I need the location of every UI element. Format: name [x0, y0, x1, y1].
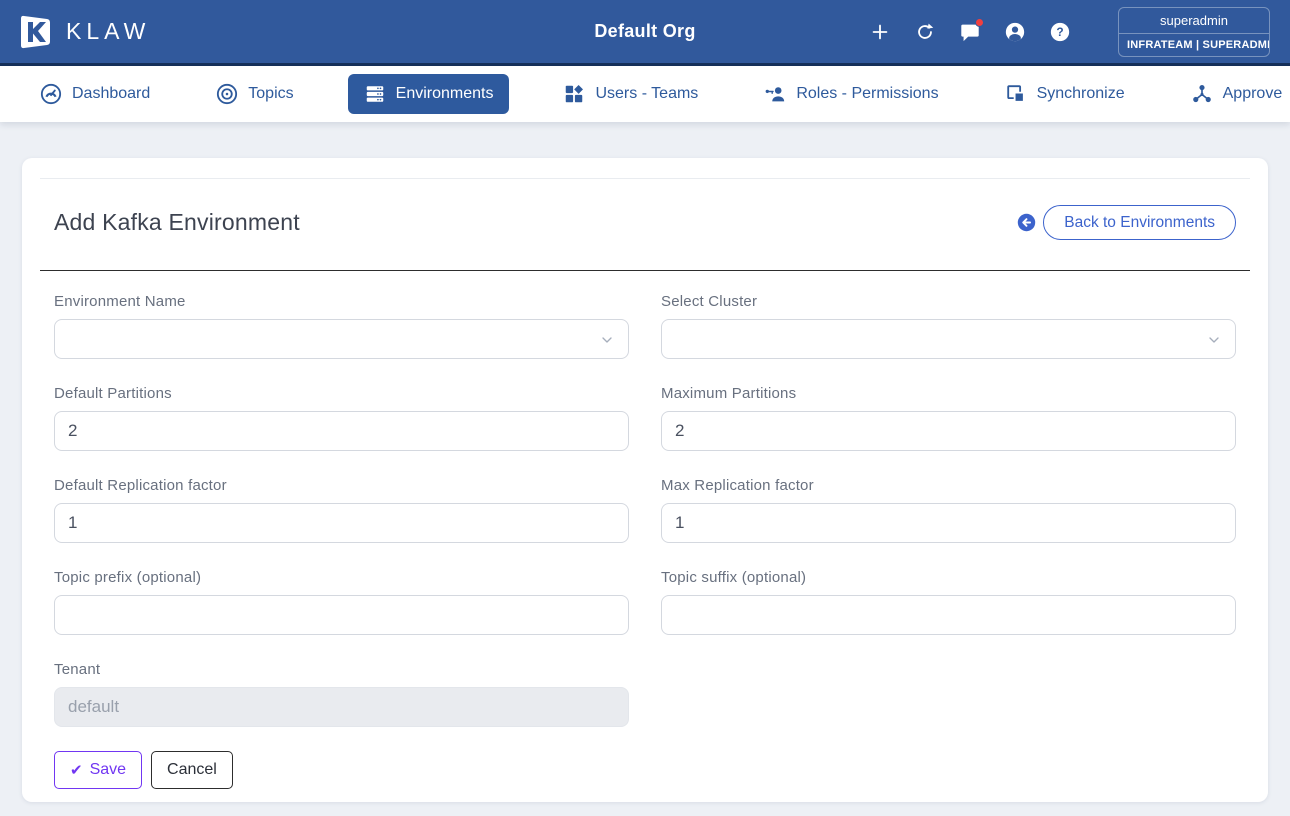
- topic-suffix-input[interactable]: [661, 595, 1236, 635]
- max-replication-input[interactable]: [661, 503, 1236, 543]
- field-max-replication: Max Replication factor: [661, 477, 1236, 543]
- refresh-icon[interactable]: [914, 21, 936, 43]
- chevron-down-icon: [1206, 332, 1222, 353]
- tab-synchronize[interactable]: Synchronize: [993, 74, 1137, 114]
- top-navbar: KLAW Default Org ? superadmin INFRATEAM …: [0, 0, 1290, 66]
- field-default-partitions: Default Partitions: [54, 385, 629, 451]
- default-replication-label: Default Replication factor: [54, 477, 227, 494]
- max-replication-label: Max Replication factor: [661, 477, 814, 494]
- roles-permissions-icon: [764, 83, 786, 105]
- tab-label: Topics: [248, 85, 294, 102]
- default-partitions-label: Default Partitions: [54, 385, 172, 402]
- save-button[interactable]: ✔ Save: [54, 751, 143, 789]
- account-icon[interactable]: [1004, 21, 1026, 43]
- synchronize-icon: [1005, 83, 1027, 105]
- tab-label: Environments: [395, 85, 494, 102]
- field-select-cluster: Select Cluster: [661, 293, 1236, 359]
- back-to-environments-button[interactable]: Back to Environments: [1043, 205, 1236, 240]
- select-cluster-label: Select Cluster: [661, 293, 758, 310]
- field-environment-name: Environment Name: [54, 293, 629, 359]
- arrow-circle-left-icon[interactable]: [1017, 213, 1036, 232]
- tab-dashboard[interactable]: Dashboard: [28, 74, 162, 114]
- field-topic-prefix: Topic prefix (optional): [54, 569, 629, 635]
- topic-suffix-label: Topic suffix (optional): [661, 569, 807, 586]
- topic-prefix-input[interactable]: [54, 595, 629, 635]
- cancel-button[interactable]: Cancel: [151, 751, 233, 789]
- svg-text:?: ?: [1056, 25, 1063, 39]
- tab-roles-permissions[interactable]: Roles - Permissions: [752, 74, 950, 114]
- tab-users-teams[interactable]: Users - Teams: [551, 74, 710, 114]
- environments-server-icon: [364, 83, 386, 105]
- field-tenant: Tenant: [54, 661, 629, 727]
- tenant-label: Tenant: [54, 661, 101, 678]
- brand-text: KLAW: [66, 18, 151, 44]
- user-info[interactable]: superadmin INFRATEAM | SUPERADMIN: [1118, 6, 1270, 57]
- notification-badge: [975, 17, 984, 27]
- messages-icon[interactable]: [959, 17, 984, 43]
- tenant-input: [54, 687, 629, 727]
- navbar-actions: ? superadmin INFRATEAM | SUPERADMIN: [869, 6, 1270, 57]
- check-icon: ✔: [70, 761, 83, 779]
- klaw-logo-icon: [20, 13, 54, 51]
- topic-prefix-label: Topic prefix (optional): [54, 569, 202, 586]
- chevron-down-icon: [599, 332, 615, 353]
- org-title: Default Org: [594, 21, 696, 41]
- select-cluster-select[interactable]: [661, 319, 1236, 359]
- maximum-partitions-label: Maximum Partitions: [661, 385, 797, 402]
- topics-target-icon: [216, 83, 238, 105]
- field-topic-suffix: Topic suffix (optional): [661, 569, 1236, 635]
- tab-label: Dashboard: [72, 85, 151, 102]
- default-partitions-input[interactable]: [54, 411, 629, 451]
- tab-approve[interactable]: Approve: [1179, 74, 1290, 114]
- add-icon[interactable]: [869, 21, 891, 43]
- environment-name-select[interactable]: [54, 319, 629, 359]
- tab-topics[interactable]: Topics: [204, 74, 305, 114]
- tab-label: Synchronize: [1036, 85, 1125, 102]
- user-name: superadmin: [1160, 12, 1228, 28]
- card-top-divider: [40, 178, 1250, 179]
- maximum-partitions-input[interactable]: [661, 411, 1236, 451]
- tab-environments[interactable]: Environments: [347, 74, 510, 114]
- add-environment-card: Add Kafka Environment Back to Environmen…: [22, 158, 1268, 802]
- approve-hub-icon: [1191, 83, 1213, 105]
- help-icon[interactable]: ?: [1049, 21, 1071, 43]
- field-default-replication: Default Replication factor: [54, 477, 629, 543]
- form-actions: ✔ Save Cancel: [54, 751, 1236, 789]
- brand[interactable]: KLAW: [20, 13, 150, 51]
- dashboard-gauge-icon: [40, 83, 62, 105]
- environment-name-label: Environment Name: [54, 293, 186, 310]
- default-replication-input[interactable]: [54, 503, 629, 543]
- main-nav-tabs: Dashboard Topics Environments Users - Te…: [0, 66, 1290, 122]
- field-maximum-partitions: Maximum Partitions: [661, 385, 1236, 451]
- users-teams-icon: [563, 83, 585, 105]
- page-title: Add Kafka Environment: [54, 209, 300, 235]
- tab-label: Users - Teams: [595, 85, 699, 102]
- environment-form: Environment Name Select Cluster Default …: [40, 271, 1250, 789]
- user-team-role: INFRATEAM | SUPERADMIN: [1119, 32, 1269, 56]
- tab-label: Approve: [1222, 85, 1283, 102]
- tab-label: Roles - Permissions: [796, 85, 939, 102]
